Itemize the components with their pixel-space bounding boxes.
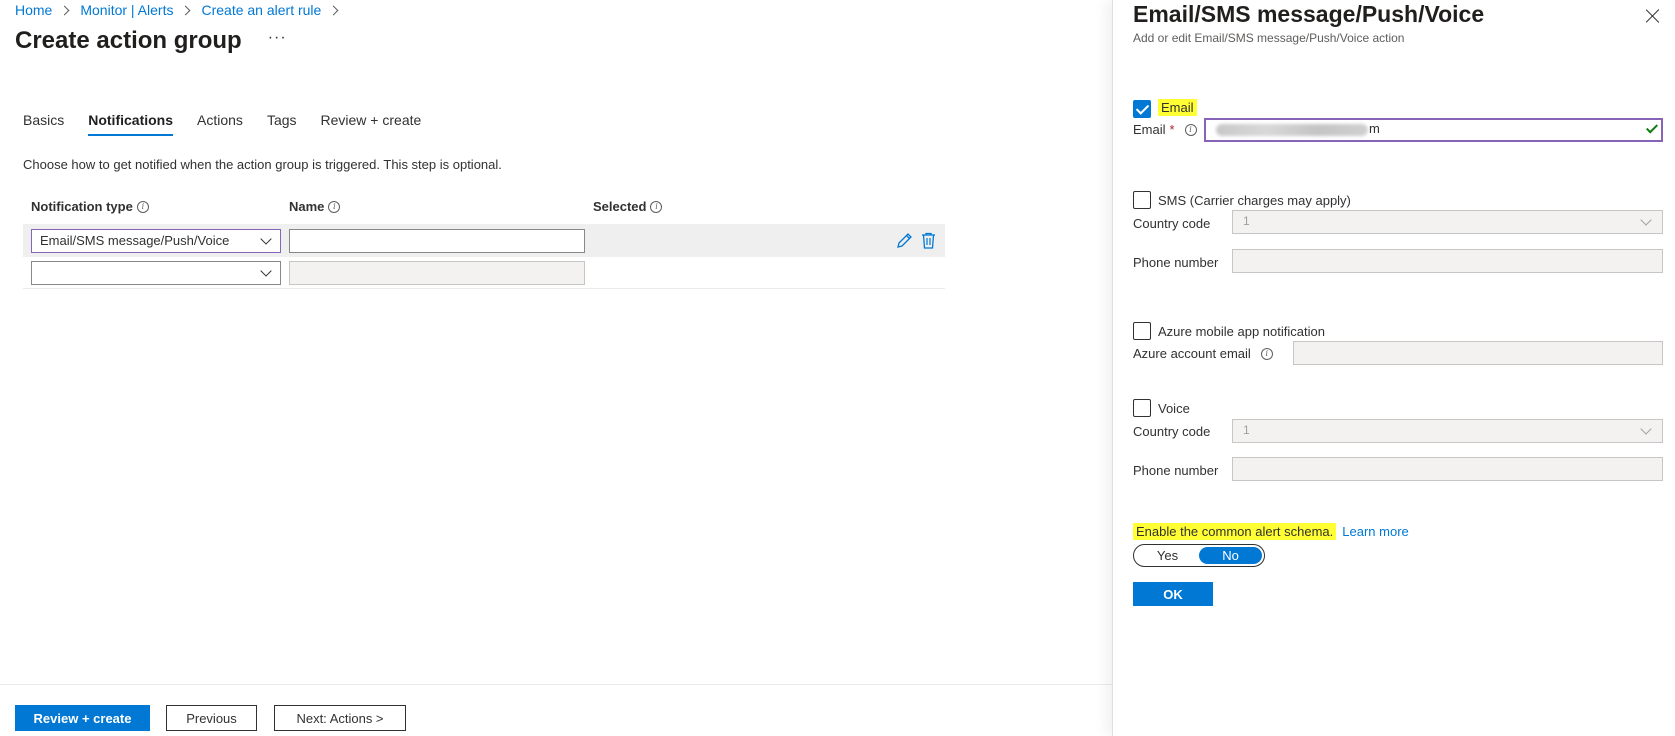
- required-mark: *: [1169, 122, 1175, 137]
- review-create-button[interactable]: Review + create: [15, 705, 150, 731]
- azure-account-email-label: Azure account email i: [1133, 346, 1273, 361]
- voice-phone-number-label: Phone number: [1133, 463, 1219, 478]
- email-checkbox-label: Email: [1158, 99, 1197, 116]
- info-icon[interactable]: i: [1260, 347, 1273, 360]
- info-icon[interactable]: i: [328, 200, 341, 213]
- email-checkbox[interactable]: [1133, 100, 1151, 118]
- email-field-label: Email * i: [1133, 122, 1197, 137]
- common-alert-schema-label: Enable the common alert schema.: [1133, 523, 1337, 540]
- email-sms-push-voice-blade: Email/SMS message/Push/Voice Add or edit…: [1112, 0, 1675, 736]
- ok-button[interactable]: OK: [1133, 582, 1213, 606]
- chevron-down-icon: [260, 233, 272, 245]
- common-alert-schema-row: Enable the common alert schema. Learn mo…: [1133, 523, 1409, 540]
- footer-divider: [0, 684, 1112, 685]
- chevron-right-icon: [181, 5, 191, 15]
- main-content: Home Monitor | Alerts Create an alert ru…: [0, 0, 1112, 736]
- tab-tags[interactable]: Tags: [267, 112, 297, 134]
- title-row: Create action group ···: [15, 27, 287, 55]
- dropdown-value: Email/SMS message/Push/Voice: [40, 233, 230, 248]
- push-checkbox[interactable]: [1133, 322, 1151, 340]
- info-icon[interactable]: i: [136, 200, 149, 213]
- row-divider: [23, 288, 945, 289]
- info-icon[interactable]: i: [1184, 123, 1197, 136]
- toggle-option-yes[interactable]: Yes: [1136, 547, 1199, 564]
- sms-checkbox-label: SMS (Carrier charges may apply): [1158, 193, 1351, 208]
- info-icon[interactable]: i: [650, 200, 663, 213]
- select-value: 1: [1243, 423, 1250, 437]
- notifications-description: Choose how to get notified when the acti…: [23, 157, 502, 172]
- column-header-label: Name: [289, 199, 325, 214]
- azure-account-email-input: [1293, 341, 1663, 365]
- chevron-down-icon: [1640, 214, 1652, 226]
- page-title: Create action group: [15, 27, 242, 54]
- push-checkbox-label: Azure mobile app notification: [1158, 324, 1325, 339]
- previous-button[interactable]: Previous: [166, 705, 257, 731]
- email-value-tail: m: [1369, 121, 1380, 136]
- sms-country-code-select: 1: [1232, 210, 1663, 234]
- voice-checkbox-label: Voice: [1158, 401, 1190, 416]
- tab-basics[interactable]: Basics: [23, 112, 64, 134]
- sms-country-code-label: Country code: [1133, 216, 1211, 231]
- notification-name-input: [289, 261, 585, 285]
- trash-icon[interactable]: [921, 232, 936, 249]
- tab-review-create[interactable]: Review + create: [321, 112, 422, 134]
- column-header-name: Name i: [289, 199, 341, 214]
- breadcrumb: Home Monitor | Alerts Create an alert ru…: [15, 1, 349, 19]
- voice-checkbox[interactable]: [1133, 399, 1151, 417]
- breadcrumb-home[interactable]: Home: [15, 2, 52, 18]
- breadcrumb-create-alert-rule[interactable]: Create an alert rule: [201, 2, 321, 18]
- checkmark-icon: [1645, 121, 1659, 134]
- toggle-option-no[interactable]: No: [1199, 547, 1262, 564]
- close-icon[interactable]: [1645, 8, 1661, 24]
- sms-phone-number-input: [1232, 249, 1663, 273]
- next-actions-button[interactable]: Next: Actions >: [274, 705, 406, 731]
- breadcrumb-monitor-alerts[interactable]: Monitor | Alerts: [80, 2, 173, 18]
- column-header-label: Selected: [593, 199, 647, 214]
- chevron-down-icon: [260, 265, 272, 277]
- chevron-right-icon: [328, 5, 339, 15]
- learn-more-link[interactable]: Learn more: [1342, 524, 1408, 539]
- common-alert-schema-toggle: Yes No: [1133, 544, 1265, 567]
- notification-name-input[interactable]: [289, 229, 585, 253]
- azure-account-email-text: Azure account email: [1133, 346, 1251, 361]
- voice-country-code-label: Country code: [1133, 424, 1211, 439]
- column-header-selected: Selected i: [593, 199, 663, 214]
- chevron-down-icon: [1640, 423, 1652, 435]
- tab-notifications[interactable]: Notifications: [88, 112, 173, 136]
- sms-checkbox[interactable]: [1133, 191, 1151, 209]
- notification-type-dropdown[interactable]: Email/SMS message/Push/Voice: [31, 229, 281, 253]
- select-value: 1: [1243, 214, 1250, 228]
- voice-country-code-select: 1: [1232, 419, 1663, 443]
- email-field[interactable]: m: [1204, 118, 1663, 142]
- chevron-right-icon: [59, 5, 70, 15]
- more-options-button[interactable]: ···: [268, 29, 287, 47]
- blade-subtitle: Add or edit Email/SMS message/Push/Voice…: [1133, 31, 1405, 45]
- voice-phone-number-input: [1232, 457, 1663, 481]
- column-header-label: Notification type: [31, 199, 133, 214]
- sms-phone-number-label: Phone number: [1133, 255, 1219, 270]
- highlight-mark: Email: [1158, 99, 1197, 116]
- email-label-text: Email: [1133, 122, 1166, 137]
- redacted-email-mask: [1216, 124, 1368, 136]
- blade-title: Email/SMS message/Push/Voice: [1133, 1, 1485, 27]
- notification-type-dropdown[interactable]: [31, 261, 281, 285]
- tab-list: Basics Notifications Actions Tags Review…: [23, 112, 445, 136]
- edit-icon[interactable]: [896, 232, 913, 249]
- tab-actions[interactable]: Actions: [197, 112, 243, 134]
- column-header-notification-type: Notification type i: [31, 199, 149, 214]
